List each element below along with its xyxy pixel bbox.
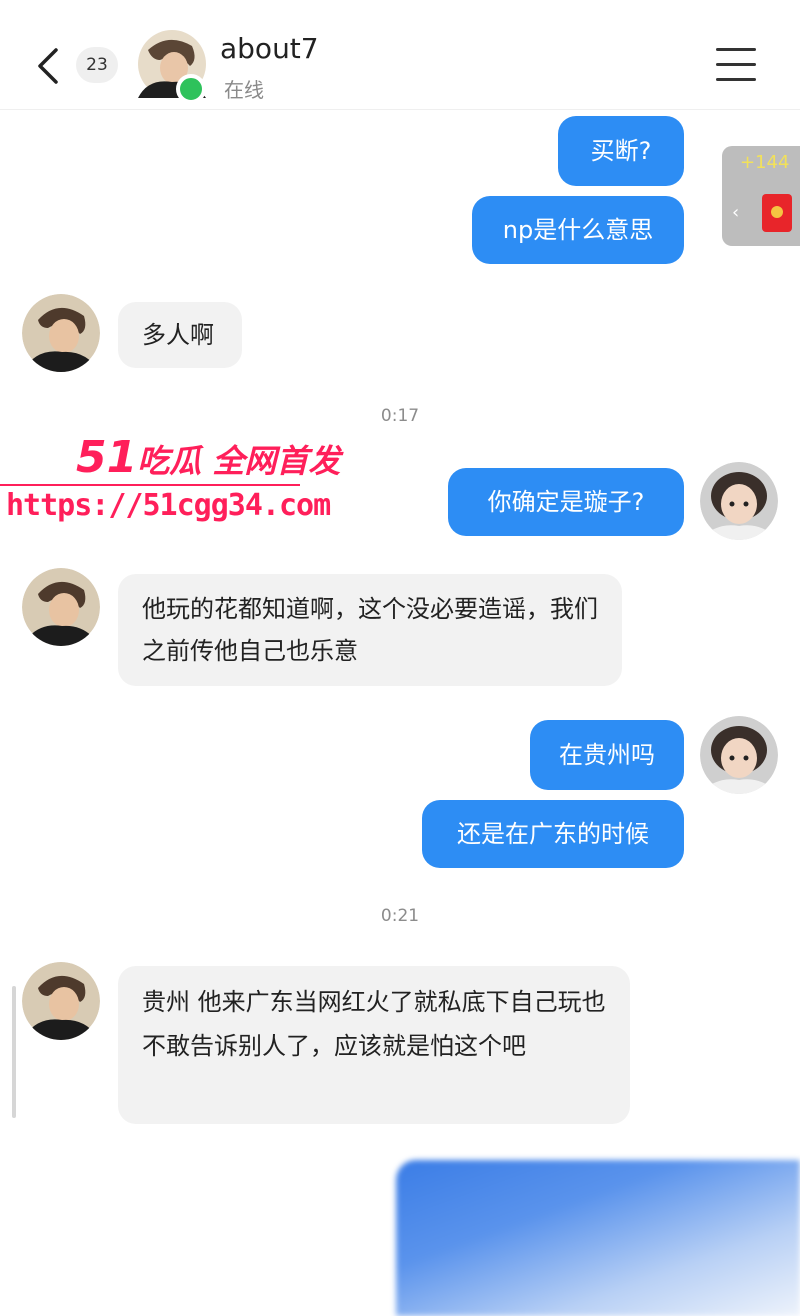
message-bubble-outgoing[interactable]: 买断? [558,116,684,186]
message-bubble-incoming[interactable]: 他玩的花都知道啊，这个没必要造谣，我们之前传他自己也乐意 [118,574,622,686]
timestamp: 0:17 [380,406,420,426]
message-bubble-incoming[interactable]: 多人啊 [118,302,242,368]
red-packet-icon [762,194,792,232]
sender-avatar[interactable] [22,568,100,646]
my-avatar[interactable] [700,462,778,540]
watermark-underline [0,484,300,486]
sender-avatar[interactable] [22,294,100,372]
unread-count-badge[interactable]: 23 [76,47,118,83]
chevron-left-icon [38,48,58,84]
chevron-left-icon: ‹ [732,202,740,223]
online-status-dot [176,74,206,104]
my-avatar[interactable] [700,716,778,794]
message-bubble-outgoing[interactable]: 你确定是璇子? [448,468,684,536]
hamburger-icon [716,48,756,51]
menu-button[interactable] [716,46,756,82]
sender-avatar[interactable] [22,962,100,1040]
red-packet-count: +144 [740,152,790,173]
watermark-brand: 51吃瓜 全网首发 [76,432,341,483]
message-bubble-outgoing[interactable]: 还是在广东的时候 [422,800,684,868]
watermark-url: https://51cgg34.com [6,488,331,523]
back-button[interactable] [30,44,66,88]
chat-header: 23 about7 在线 [0,0,800,110]
scroll-indicator [12,986,16,1118]
contact-name: about7 [220,32,319,65]
red-packet-tab[interactable]: +144 ‹ [722,146,800,246]
message-bubble-outgoing[interactable]: np是什么意思 [472,196,684,264]
message-bubble-incoming[interactable]: 贵州 他来广东当网红火了就私底下自己玩也不敢告诉别人了，应该就是怕这个吧 [118,966,630,1124]
timestamp: 0:21 [380,906,420,926]
contact-status: 在线 [224,78,264,102]
message-bubble-outgoing[interactable]: 在贵州吗 [530,720,684,790]
blurred-message [396,1160,800,1316]
